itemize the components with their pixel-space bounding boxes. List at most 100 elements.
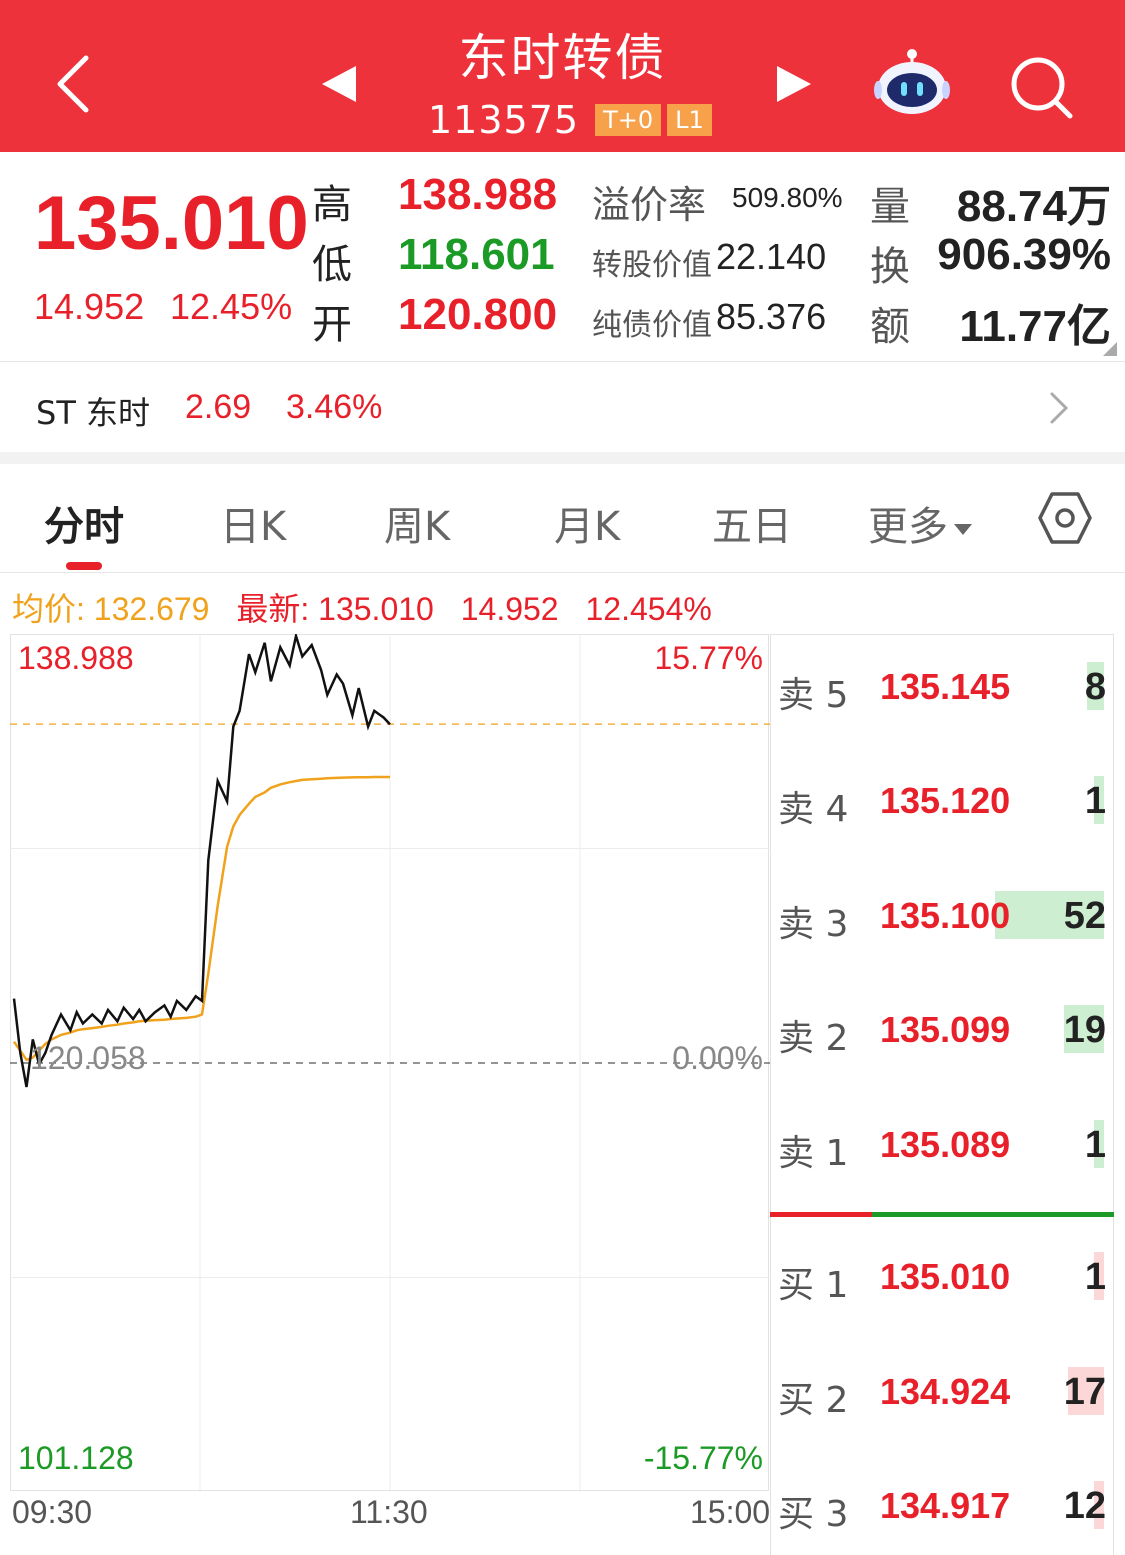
pct-min-label: -15.77%	[643, 1440, 763, 1476]
order-book-separator-up	[770, 1212, 872, 1217]
ask-row-4[interactable]: 卖 4 135.120 1	[770, 772, 1114, 832]
volume-value: 88.74万	[956, 182, 1111, 231]
t0-tag: T+0	[595, 104, 662, 136]
high-label: 高	[312, 182, 352, 228]
premium-label: 溢价率	[592, 183, 707, 227]
header-bar: 东时转债 113575 T+0 L1	[0, 0, 1125, 152]
amount-value: 11.77亿	[959, 302, 1111, 351]
ask-row-1[interactable]: 卖 1 135.089 1	[770, 1116, 1114, 1176]
search-icon[interactable]	[1008, 54, 1074, 120]
next-security-icon[interactable]	[775, 64, 813, 104]
ask-row-3[interactable]: 卖 3 135.100 52	[770, 887, 1114, 947]
time-label-noon: 11:30	[350, 1494, 428, 1530]
bid-price: 134.924	[880, 1371, 1011, 1412]
tab-monthly-k[interactable]: 月K	[554, 494, 620, 552]
bid-label: 买 2	[778, 1380, 849, 1421]
prev-close-label: 120.058	[30, 1040, 146, 1076]
ask-row-5[interactable]: 卖 5 135.145 8	[770, 658, 1114, 718]
open-value: 120.800	[398, 290, 558, 339]
bid-row-2[interactable]: 买 2 134.924 17	[770, 1363, 1114, 1423]
bid-quantity: 12	[1063, 1485, 1106, 1527]
turnover-value: 906.39%	[937, 230, 1111, 279]
tab-daily-k[interactable]: 日K	[220, 494, 286, 552]
security-code-row: 113575 T+0 L1	[428, 98, 718, 142]
premium-value: 509.80%	[732, 182, 843, 213]
ask-label: 卖 3	[778, 904, 849, 945]
tab-five-day[interactable]: 五日	[712, 494, 792, 552]
y-max-label: 138.988	[18, 640, 134, 676]
divider	[0, 572, 1125, 573]
price-change-pct: 12.45%	[170, 286, 293, 327]
ask-quantity: 8	[1084, 666, 1106, 708]
stock-price: 2.69	[185, 388, 252, 426]
price-info-line: 均价: 132.679 最新: 135.010 14.952 12.454%	[12, 584, 712, 630]
ask-price: 135.099	[880, 1009, 1011, 1050]
ask-label: 卖 5	[778, 675, 849, 716]
underlying-stock-row[interactable]: ST 东时 2.69 3.46%	[0, 362, 1125, 452]
ask-quantity: 1	[1084, 1124, 1106, 1166]
quote-panel: 135.010 14.952 12.45% 高 低 开 138.988 118.…	[0, 152, 1125, 362]
pct-max-label: 15.77%	[654, 640, 763, 676]
section-gap	[0, 452, 1125, 464]
ask-label: 卖 2	[778, 1018, 849, 1059]
order-book-separator-down	[872, 1212, 1114, 1217]
active-tab-indicator	[66, 562, 102, 570]
ask-quantity: 52	[1063, 895, 1106, 937]
chart-tabs: 分时 日K 周K 月K 五日 更多	[0, 464, 1125, 572]
ask-quantity: 19	[1063, 1009, 1106, 1051]
bid-price: 134.917	[880, 1485, 1011, 1526]
time-label-open: 09:30	[12, 1494, 93, 1530]
conversion-value: 22.140	[716, 236, 827, 277]
latest-change: 14.952	[460, 591, 559, 627]
security-code: 113575	[428, 98, 580, 142]
tab-weekly-k[interactable]: 周K	[384, 494, 450, 552]
order-book: 卖 5 135.145 8 卖 4 135.120 1 卖 3 135.100 52 卖 2 135…	[770, 634, 1114, 1555]
ask-price: 135.120	[880, 780, 1011, 821]
latest-change-pct: 12.454%	[585, 591, 712, 627]
low-label: 低	[312, 242, 352, 288]
avg-price-label: 均价:	[12, 591, 85, 627]
tab-more[interactable]: 更多	[868, 494, 972, 552]
y-min-label: 101.128	[18, 1440, 134, 1476]
expand-corner-icon[interactable]	[1103, 342, 1117, 356]
bid-quantity: 1	[1084, 1256, 1106, 1298]
turnover-label: 换	[870, 244, 910, 290]
volume-label: 量	[870, 184, 910, 230]
conversion-value-label: 转股价值	[592, 248, 712, 283]
open-label: 开	[312, 302, 352, 348]
bond-value-label: 纯债价值	[592, 308, 712, 343]
settings-hexagon-icon[interactable]	[1038, 490, 1092, 546]
zero-pct-label: 0.00%	[672, 1040, 763, 1076]
latest-value: 135.010	[318, 591, 434, 627]
last-price: 135.010	[34, 181, 309, 266]
stock-name: ST 东时	[36, 394, 151, 432]
ask-quantity: 1	[1084, 780, 1106, 822]
chevron-right-icon[interactable]	[1048, 390, 1072, 426]
stock-change-pct: 3.46%	[286, 388, 383, 426]
amount-label: 额	[870, 304, 910, 350]
tab-intraday[interactable]: 分时	[44, 494, 124, 552]
ask-row-2[interactable]: 卖 2 135.099 19	[770, 1001, 1114, 1061]
bid-label: 买 3	[778, 1494, 849, 1535]
tab-more-label: 更多	[868, 504, 948, 550]
caret-down-icon	[954, 523, 972, 535]
bid-quantity: 17	[1063, 1371, 1106, 1413]
time-label-close: 15:00	[690, 1494, 771, 1530]
level-tag: L1	[667, 104, 712, 136]
bond-value: 85.376	[716, 296, 827, 337]
bid-price: 135.010	[880, 1256, 1011, 1297]
price-change: 14.952	[34, 286, 145, 327]
ask-price: 135.100	[880, 895, 1011, 936]
high-value: 138.988	[398, 170, 558, 219]
low-value: 118.601	[398, 230, 555, 279]
avg-price-value: 132.679	[93, 591, 210, 627]
bid-label: 买 1	[778, 1265, 849, 1306]
bid-row-1[interactable]: 买 1 135.010 1	[770, 1248, 1114, 1308]
ask-price: 135.145	[880, 666, 1011, 707]
latest-label: 最新:	[236, 591, 310, 627]
page-title: 东时转债	[458, 29, 667, 87]
bid-row-3[interactable]: 买 3 134.917 12	[770, 1477, 1114, 1537]
ask-price: 135.089	[880, 1124, 1011, 1165]
ask-label: 卖 1	[778, 1133, 849, 1174]
robot-assistant-icon[interactable]	[874, 44, 950, 120]
